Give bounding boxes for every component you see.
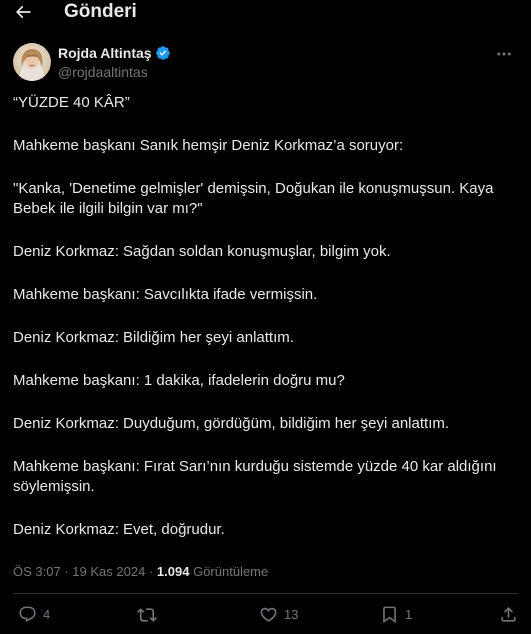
tweet-meta: ÖS 3:07 · 19 Kas 2024 · 1.094 Görüntülem… xyxy=(13,564,268,579)
tweet-paragraph: Deniz Korkmaz: Evet, doğrudur. xyxy=(13,521,225,538)
tweet-paragraph: Mahkeme başkanı: Fırat Sarı’nın kurduğu … xyxy=(13,458,497,495)
tweet-actions: 4 13 1 xyxy=(0,605,531,629)
heart-icon xyxy=(260,607,277,622)
retweet-button[interactable] xyxy=(137,605,163,625)
retweet-icon xyxy=(137,608,157,622)
like-button[interactable]: 13 xyxy=(259,605,298,624)
back-button[interactable] xyxy=(12,1,34,23)
tweet-paragraph: Deniz Korkmaz: Duyduğum, gördüğüm, bildi… xyxy=(13,415,450,432)
bookmark-count: 1 xyxy=(405,607,413,622)
reply-count: 4 xyxy=(43,607,51,622)
views-label: Görüntüleme xyxy=(193,564,269,579)
tweet-time[interactable]: ÖS 3:07 xyxy=(13,564,61,579)
share-icon xyxy=(501,607,516,622)
tweet-date[interactable]: 19 Kas 2024 xyxy=(72,564,145,579)
views-count: 1.094 xyxy=(156,564,190,579)
top-bar: Gönderi xyxy=(0,0,531,28)
tweet-paragraph: “YÜZDE 40 KÂR” xyxy=(13,94,130,111)
verified-badge-icon xyxy=(155,45,171,61)
like-count: 13 xyxy=(284,607,299,622)
arrow-left-icon xyxy=(15,5,31,19)
more-horizontal-icon xyxy=(497,52,511,56)
divider xyxy=(13,593,518,594)
tweet-paragraph: "Kanka, 'Denetime gelmişler' demişsin, D… xyxy=(13,180,494,217)
meta-separator: · xyxy=(148,564,154,579)
tweet-paragraph: Deniz Korkmaz: Sağdan soldan konuşmuşlar… xyxy=(13,243,391,260)
author-display-name[interactable]: Rojda Altintaş xyxy=(58,45,152,61)
author-handle[interactable]: @rojdaaltintas xyxy=(58,64,148,80)
bookmark-button[interactable]: 1 xyxy=(380,605,412,624)
avatar[interactable] xyxy=(13,43,51,81)
tweet-author: Rojda Altintaş @rojdaaltintas xyxy=(13,43,518,83)
reply-icon xyxy=(19,606,36,623)
avatar-image xyxy=(13,43,51,81)
bookmark-icon xyxy=(383,606,396,624)
name-line: Rojda Altintaş xyxy=(58,44,171,62)
tweet-paragraph: Mahkeme başkanı: 1 dakika, ifadelerin do… xyxy=(13,372,345,389)
tweet-text: “YÜZDE 40 KÂR” Mahkeme başkanı Sanık hem… xyxy=(13,93,518,563)
meta-separator: · xyxy=(64,564,69,579)
page-title: Gönderi xyxy=(64,1,137,22)
share-button[interactable] xyxy=(499,605,518,624)
tweet-paragraph: Deniz Korkmaz: Bildiğim her şeyi anlattı… xyxy=(13,329,294,346)
more-options-button[interactable] xyxy=(492,45,516,63)
tweet-paragraph: Mahkeme başkanı: Savcılıkta ifade vermiş… xyxy=(13,286,318,303)
tweet-paragraph: Mahkeme başkanı Sanık hemşir Deniz Korkm… xyxy=(13,137,404,154)
reply-button[interactable]: 4 xyxy=(18,605,50,624)
